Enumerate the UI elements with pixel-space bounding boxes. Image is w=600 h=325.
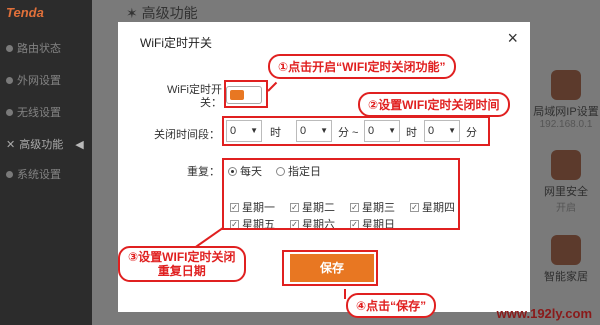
sidebar-item-status[interactable]: 路由状态 <box>6 40 61 56</box>
sidebar-item-wireless[interactable]: 无线设置 <box>6 104 61 120</box>
annotation-box-toggle <box>224 80 268 108</box>
gear-icon <box>6 170 13 178</box>
annotation-step-4: ④点击“保存” <box>346 293 437 318</box>
annotation-box-time <box>222 116 490 146</box>
security-card[interactable]: 网里安全 开启 <box>532 150 600 214</box>
lan-ip-card[interactable]: 局域网IP设置 192.168.0.1 <box>532 70 600 130</box>
sidebar: Tenda 路由状态 外网设置 无线设置 ✕ 高级功能 ◀ 系统设置 <box>0 0 92 325</box>
annotation-step-3: ③设置WIFI定时关闭 重复日期 <box>118 246 246 282</box>
sidebar-item-wan[interactable]: 外网设置 <box>6 72 61 88</box>
globe-icon <box>6 76 13 84</box>
page-title: ✶ 高级功能 <box>126 5 198 21</box>
watermark: www.192ly.com <box>496 306 592 321</box>
repeat-label: 重复： <box>187 166 220 178</box>
wifi-icon <box>6 108 13 116</box>
close-icon[interactable]: × <box>507 28 518 49</box>
annotation-step-1: ①点击开启“WIFI定时关闭功能” <box>268 54 456 79</box>
home-icon <box>551 235 581 265</box>
chevron-left-icon: ◀ <box>75 138 84 151</box>
smart-home-card[interactable]: 智能家居 <box>532 235 600 284</box>
sidebar-item-advanced[interactable]: ✕ 高级功能 ◀ <box>6 136 84 152</box>
annotation-box-save <box>282 250 378 286</box>
period-label: 关闭时间段： <box>154 129 220 141</box>
annotation-connector <box>344 289 346 299</box>
tools-icon: ✕ <box>6 138 16 151</box>
sidebar-item-system[interactable]: 系统设置 <box>6 166 61 182</box>
shield-icon <box>551 150 581 180</box>
brand-logo: Tenda <box>6 5 44 20</box>
annotation-box-days <box>222 158 460 230</box>
lan-icon <box>551 70 581 100</box>
annotation-step-2: ②设置WIFI定时关闭时间 <box>358 92 510 117</box>
toggle-label: WiFi定时开关： <box>167 84 222 109</box>
dialog-title: WiFi定时开关 <box>140 36 212 50</box>
status-icon <box>6 44 13 52</box>
